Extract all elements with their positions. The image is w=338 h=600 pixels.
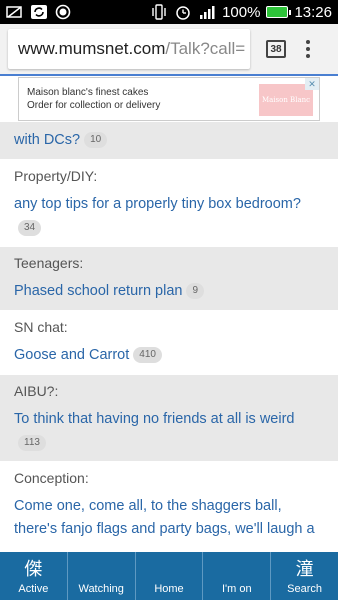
sync-icon xyxy=(30,4,48,20)
status-bar: 100% 13:26 xyxy=(0,0,338,24)
overflow-menu-icon[interactable] xyxy=(306,40,310,58)
url-path: /Talk?call= xyxy=(165,39,246,58)
ad-banner-area: Maison blanc's finest cakes Order for co… xyxy=(0,76,338,122)
nav-search-label: Search xyxy=(287,583,323,595)
thread-topic: Conception: xyxy=(14,470,89,486)
list-item[interactable]: Conception: Come one, come all, to the sh… xyxy=(0,462,338,549)
thread-topic: Teenagers: xyxy=(14,255,84,271)
nav-home-label: Home xyxy=(154,583,184,595)
nav-active[interactable]: 傑 Active xyxy=(0,552,68,600)
reply-count-badge: 34 xyxy=(18,220,42,237)
reply-count-badge: 113 xyxy=(18,435,46,452)
thread-title-link[interactable]: Come one, come all, to the shaggers ball… xyxy=(14,498,315,537)
signal-icon xyxy=(198,4,216,20)
reply-count-badge: 10 xyxy=(84,132,108,149)
list-item[interactable]: SN chat: Goose and Carrot 410 xyxy=(0,311,338,375)
reply-count-badge: 410 xyxy=(133,347,162,364)
list-item[interactable]: AIBU?: To think that having no friends at… xyxy=(0,375,338,462)
bottom-nav: 傑 Active Watching Home I'm on 潼 Search xyxy=(0,552,338,600)
notification-icon xyxy=(6,4,24,20)
nav-watching[interactable]: Watching xyxy=(68,552,136,600)
thread-title-link[interactable]: any top tips for a properly tiny box bed… xyxy=(14,196,301,212)
browser-toolbar: www.mumsnet.com/Talk?call= 38 xyxy=(0,24,338,76)
list-item[interactable]: with DCs? 10 xyxy=(0,122,338,160)
thread-topic: Property/DIY: xyxy=(14,168,98,184)
nav-watching-label: Watching xyxy=(78,583,124,595)
reply-count-badge: 9 xyxy=(186,283,205,300)
search-icon: 潼 xyxy=(295,559,314,580)
nav-im-on-label: I'm on xyxy=(221,583,252,595)
clock: 13:26 xyxy=(294,3,332,21)
ad-line-2: Order for collection or delivery xyxy=(27,100,161,111)
thread-topic: AIBU?: xyxy=(14,383,59,399)
nav-active-label: Active xyxy=(18,583,49,595)
nav-im-on[interactable]: I'm on xyxy=(203,552,272,600)
nav-home[interactable]: Home xyxy=(136,552,204,600)
ad-close-icon[interactable]: ✕ xyxy=(305,78,319,90)
active-icon: 傑 xyxy=(24,559,43,580)
list-item[interactable]: Property/DIY: any top tips for a properly… xyxy=(0,160,338,247)
record-icon xyxy=(54,4,72,20)
battery-percent: 100% xyxy=(222,3,261,21)
url-host: www.mumsnet.com xyxy=(18,39,166,58)
list-item[interactable]: Teenagers: Phased school return plan 9 xyxy=(0,247,338,311)
battery-icon xyxy=(266,6,292,18)
tab-switcher-button[interactable]: 38 xyxy=(266,40,286,58)
thread-list: with DCs? 10 Property/DIY: any top tips for… xyxy=(0,122,338,552)
thread-topic: SN chat: xyxy=(14,319,68,335)
thread-title-link[interactable]: Phased school return plan xyxy=(14,283,182,299)
ad-banner[interactable]: Maison blanc's finest cakes Order for co… xyxy=(18,77,320,121)
thread-title-link[interactable]: To think that having no friends at all i… xyxy=(14,411,294,427)
alarm-icon xyxy=(174,4,192,20)
nav-search[interactable]: 潼 Search xyxy=(271,552,338,600)
ad-line-1: Maison blanc's finest cakes xyxy=(27,87,149,98)
thread-title-link[interactable]: with DCs? xyxy=(14,132,80,148)
address-bar[interactable]: www.mumsnet.com/Talk?call= xyxy=(8,29,250,69)
thread-title-link[interactable]: Goose and Carrot xyxy=(14,347,129,363)
vibrate-icon xyxy=(150,4,168,20)
